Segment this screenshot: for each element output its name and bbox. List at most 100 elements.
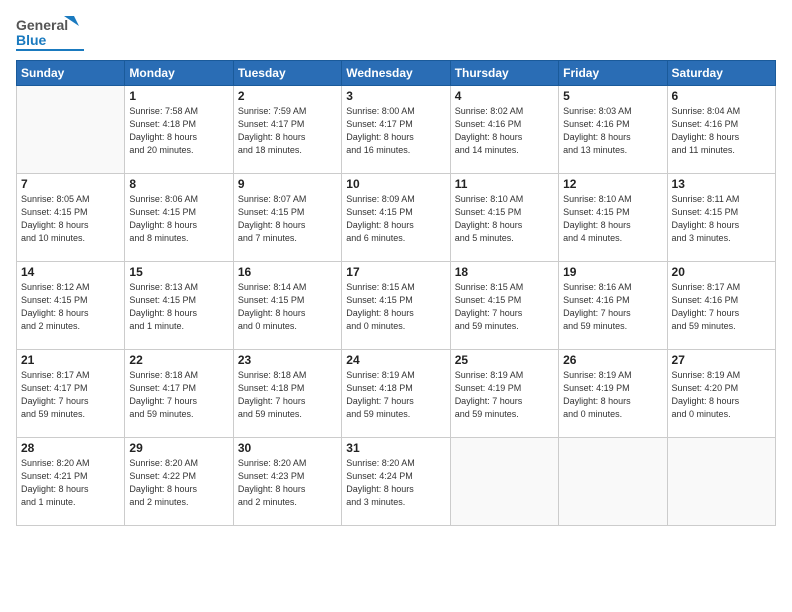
day-number: 26	[563, 353, 662, 367]
cell-text: Sunrise: 8:10 AMSunset: 4:15 PMDaylight:…	[455, 193, 554, 245]
cell-text: Sunrise: 8:19 AMSunset: 4:20 PMDaylight:…	[672, 369, 771, 421]
calendar-day-header: Saturday	[667, 61, 775, 86]
cell-text: Sunrise: 8:06 AMSunset: 4:15 PMDaylight:…	[129, 193, 228, 245]
cell-text: Sunrise: 7:59 AMSunset: 4:17 PMDaylight:…	[238, 105, 337, 157]
cell-text: Sunrise: 8:20 AMSunset: 4:22 PMDaylight:…	[129, 457, 228, 509]
day-number: 13	[672, 177, 771, 191]
day-number: 30	[238, 441, 337, 455]
day-number: 10	[346, 177, 445, 191]
calendar-cell	[450, 438, 558, 526]
calendar-cell: 8 Sunrise: 8:06 AMSunset: 4:15 PMDaylight…	[125, 174, 233, 262]
cell-text: Sunrise: 8:20 AMSunset: 4:23 PMDaylight:…	[238, 457, 337, 509]
cell-text: Sunrise: 8:18 AMSunset: 4:18 PMDaylight:…	[238, 369, 337, 421]
cell-text: Sunrise: 8:20 AMSunset: 4:21 PMDaylight:…	[21, 457, 120, 509]
calendar-day-header: Friday	[559, 61, 667, 86]
day-number: 21	[21, 353, 120, 367]
cell-text: Sunrise: 8:15 AMSunset: 4:15 PMDaylight:…	[455, 281, 554, 333]
calendar-cell: 21Sunrise: 8:17 AMSunset: 4:17 PMDayligh…	[17, 350, 125, 438]
cell-text: Sunrise: 8:20 AMSunset: 4:24 PMDaylight:…	[346, 457, 445, 509]
calendar-cell	[559, 438, 667, 526]
day-number: 8	[129, 177, 228, 191]
calendar-cell: 29Sunrise: 8:20 AMSunset: 4:22 PMDayligh…	[125, 438, 233, 526]
cell-text: Sunrise: 8:00 AMSunset: 4:17 PMDaylight:…	[346, 105, 445, 157]
calendar-cell: 5 Sunrise: 8:03 AMSunset: 4:16 PMDaylight…	[559, 86, 667, 174]
calendar-cell: 28 Sunrise: 8:20 AMSunset: 4:21 PMDayligh…	[17, 438, 125, 526]
cell-text: Sunrise: 8:11 AMSunset: 4:15 PMDaylight:…	[672, 193, 771, 245]
cell-text: Sunrise: 8:09 AMSunset: 4:15 PMDaylight:…	[346, 193, 445, 245]
cell-text: Sunrise: 8:07 AMSunset: 4:15 PMDaylight:…	[238, 193, 337, 245]
day-number: 3	[346, 89, 445, 103]
calendar-cell: 10 Sunrise: 8:09 AMSunset: 4:15 PMDayligh…	[342, 174, 450, 262]
page-container: General Blue SundayMondayTuesdayWednesda…	[0, 0, 792, 612]
calendar-week-row: 7 Sunrise: 8:05 AMSunset: 4:15 PMDaylight…	[17, 174, 776, 262]
calendar-cell: 11Sunrise: 8:10 AMSunset: 4:15 PMDayligh…	[450, 174, 558, 262]
calendar-header-row: SundayMondayTuesdayWednesdayThursdayFrid…	[17, 61, 776, 86]
calendar-cell: 13 Sunrise: 8:11 AMSunset: 4:15 PMDayligh…	[667, 174, 775, 262]
calendar-cell: 6Sunrise: 8:04 AMSunset: 4:16 PMDaylight…	[667, 86, 775, 174]
cell-text: Sunrise: 8:18 AMSunset: 4:17 PMDaylight:…	[129, 369, 228, 421]
calendar-cell: 17 Sunrise: 8:15 AMSunset: 4:15 PMDayligh…	[342, 262, 450, 350]
calendar-cell: 7 Sunrise: 8:05 AMSunset: 4:15 PMDaylight…	[17, 174, 125, 262]
day-number: 12	[563, 177, 662, 191]
day-number: 14	[21, 265, 120, 279]
calendar-cell: 1Sunrise: 7:58 AMSunset: 4:18 PMDaylight…	[125, 86, 233, 174]
logo: General Blue	[16, 12, 86, 54]
calendar-day-header: Wednesday	[342, 61, 450, 86]
svg-text:General: General	[16, 17, 68, 33]
cell-text: Sunrise: 8:02 AMSunset: 4:16 PMDaylight:…	[455, 105, 554, 157]
day-number: 28	[21, 441, 120, 455]
cell-text: Sunrise: 8:14 AMSunset: 4:15 PMDaylight:…	[238, 281, 337, 333]
calendar-cell: 31 Sunrise: 8:20 AMSunset: 4:24 PMDayligh…	[342, 438, 450, 526]
day-number: 17	[346, 265, 445, 279]
cell-text: Sunrise: 8:05 AMSunset: 4:15 PMDaylight:…	[21, 193, 120, 245]
day-number: 9	[238, 177, 337, 191]
day-number: 16	[238, 265, 337, 279]
calendar-cell: 14Sunrise: 8:12 AMSunset: 4:15 PMDayligh…	[17, 262, 125, 350]
calendar-week-row: 14Sunrise: 8:12 AMSunset: 4:15 PMDayligh…	[17, 262, 776, 350]
day-number: 31	[346, 441, 445, 455]
calendar-cell: 27 Sunrise: 8:19 AMSunset: 4:20 PMDayligh…	[667, 350, 775, 438]
day-number: 27	[672, 353, 771, 367]
day-number: 24	[346, 353, 445, 367]
cell-text: Sunrise: 8:19 AMSunset: 4:19 PMDaylight:…	[563, 369, 662, 421]
calendar-week-row: 28 Sunrise: 8:20 AMSunset: 4:21 PMDayligh…	[17, 438, 776, 526]
calendar-cell: 2 Sunrise: 7:59 AMSunset: 4:17 PMDaylight…	[233, 86, 341, 174]
calendar-cell: 25Sunrise: 8:19 AMSunset: 4:19 PMDayligh…	[450, 350, 558, 438]
calendar-cell: 26 Sunrise: 8:19 AMSunset: 4:19 PMDayligh…	[559, 350, 667, 438]
calendar-day-header: Monday	[125, 61, 233, 86]
day-number: 20	[672, 265, 771, 279]
cell-text: Sunrise: 8:10 AMSunset: 4:15 PMDaylight:…	[563, 193, 662, 245]
day-number: 5	[563, 89, 662, 103]
calendar-cell	[667, 438, 775, 526]
calendar-cell	[17, 86, 125, 174]
calendar-day-header: Sunday	[17, 61, 125, 86]
day-number: 22	[129, 353, 228, 367]
cell-text: Sunrise: 8:13 AMSunset: 4:15 PMDaylight:…	[129, 281, 228, 333]
day-number: 19	[563, 265, 662, 279]
day-number: 2	[238, 89, 337, 103]
calendar-table: SundayMondayTuesdayWednesdayThursdayFrid…	[16, 60, 776, 526]
calendar-cell: 18 Sunrise: 8:15 AMSunset: 4:15 PMDayligh…	[450, 262, 558, 350]
calendar-cell: 12 Sunrise: 8:10 AMSunset: 4:15 PMDayligh…	[559, 174, 667, 262]
calendar-cell: 19 Sunrise: 8:16 AMSunset: 4:16 PMDayligh…	[559, 262, 667, 350]
cell-text: Sunrise: 8:17 AMSunset: 4:16 PMDaylight:…	[672, 281, 771, 333]
day-number: 1	[129, 89, 228, 103]
day-number: 7	[21, 177, 120, 191]
calendar-cell: 15Sunrise: 8:13 AMSunset: 4:15 PMDayligh…	[125, 262, 233, 350]
calendar-cell: 30 Sunrise: 8:20 AMSunset: 4:23 PMDayligh…	[233, 438, 341, 526]
calendar-week-row: 21Sunrise: 8:17 AMSunset: 4:17 PMDayligh…	[17, 350, 776, 438]
cell-text: Sunrise: 8:19 AMSunset: 4:18 PMDaylight:…	[346, 369, 445, 421]
calendar-cell: 9 Sunrise: 8:07 AMSunset: 4:15 PMDaylight…	[233, 174, 341, 262]
calendar-cell: 22 Sunrise: 8:18 AMSunset: 4:17 PMDayligh…	[125, 350, 233, 438]
logo-svg: General Blue	[16, 12, 86, 54]
day-number: 25	[455, 353, 554, 367]
calendar-cell: 4Sunrise: 8:02 AMSunset: 4:16 PMDaylight…	[450, 86, 558, 174]
day-number: 18	[455, 265, 554, 279]
calendar-cell: 20 Sunrise: 8:17 AMSunset: 4:16 PMDayligh…	[667, 262, 775, 350]
cell-text: Sunrise: 8:16 AMSunset: 4:16 PMDaylight:…	[563, 281, 662, 333]
calendar-cell: 3 Sunrise: 8:00 AMSunset: 4:17 PMDaylight…	[342, 86, 450, 174]
cell-text: Sunrise: 8:04 AMSunset: 4:16 PMDaylight:…	[672, 105, 771, 157]
calendar-cell: 24 Sunrise: 8:19 AMSunset: 4:18 PMDayligh…	[342, 350, 450, 438]
cell-text: Sunrise: 8:03 AMSunset: 4:16 PMDaylight:…	[563, 105, 662, 157]
cell-text: Sunrise: 8:15 AMSunset: 4:15 PMDaylight:…	[346, 281, 445, 333]
